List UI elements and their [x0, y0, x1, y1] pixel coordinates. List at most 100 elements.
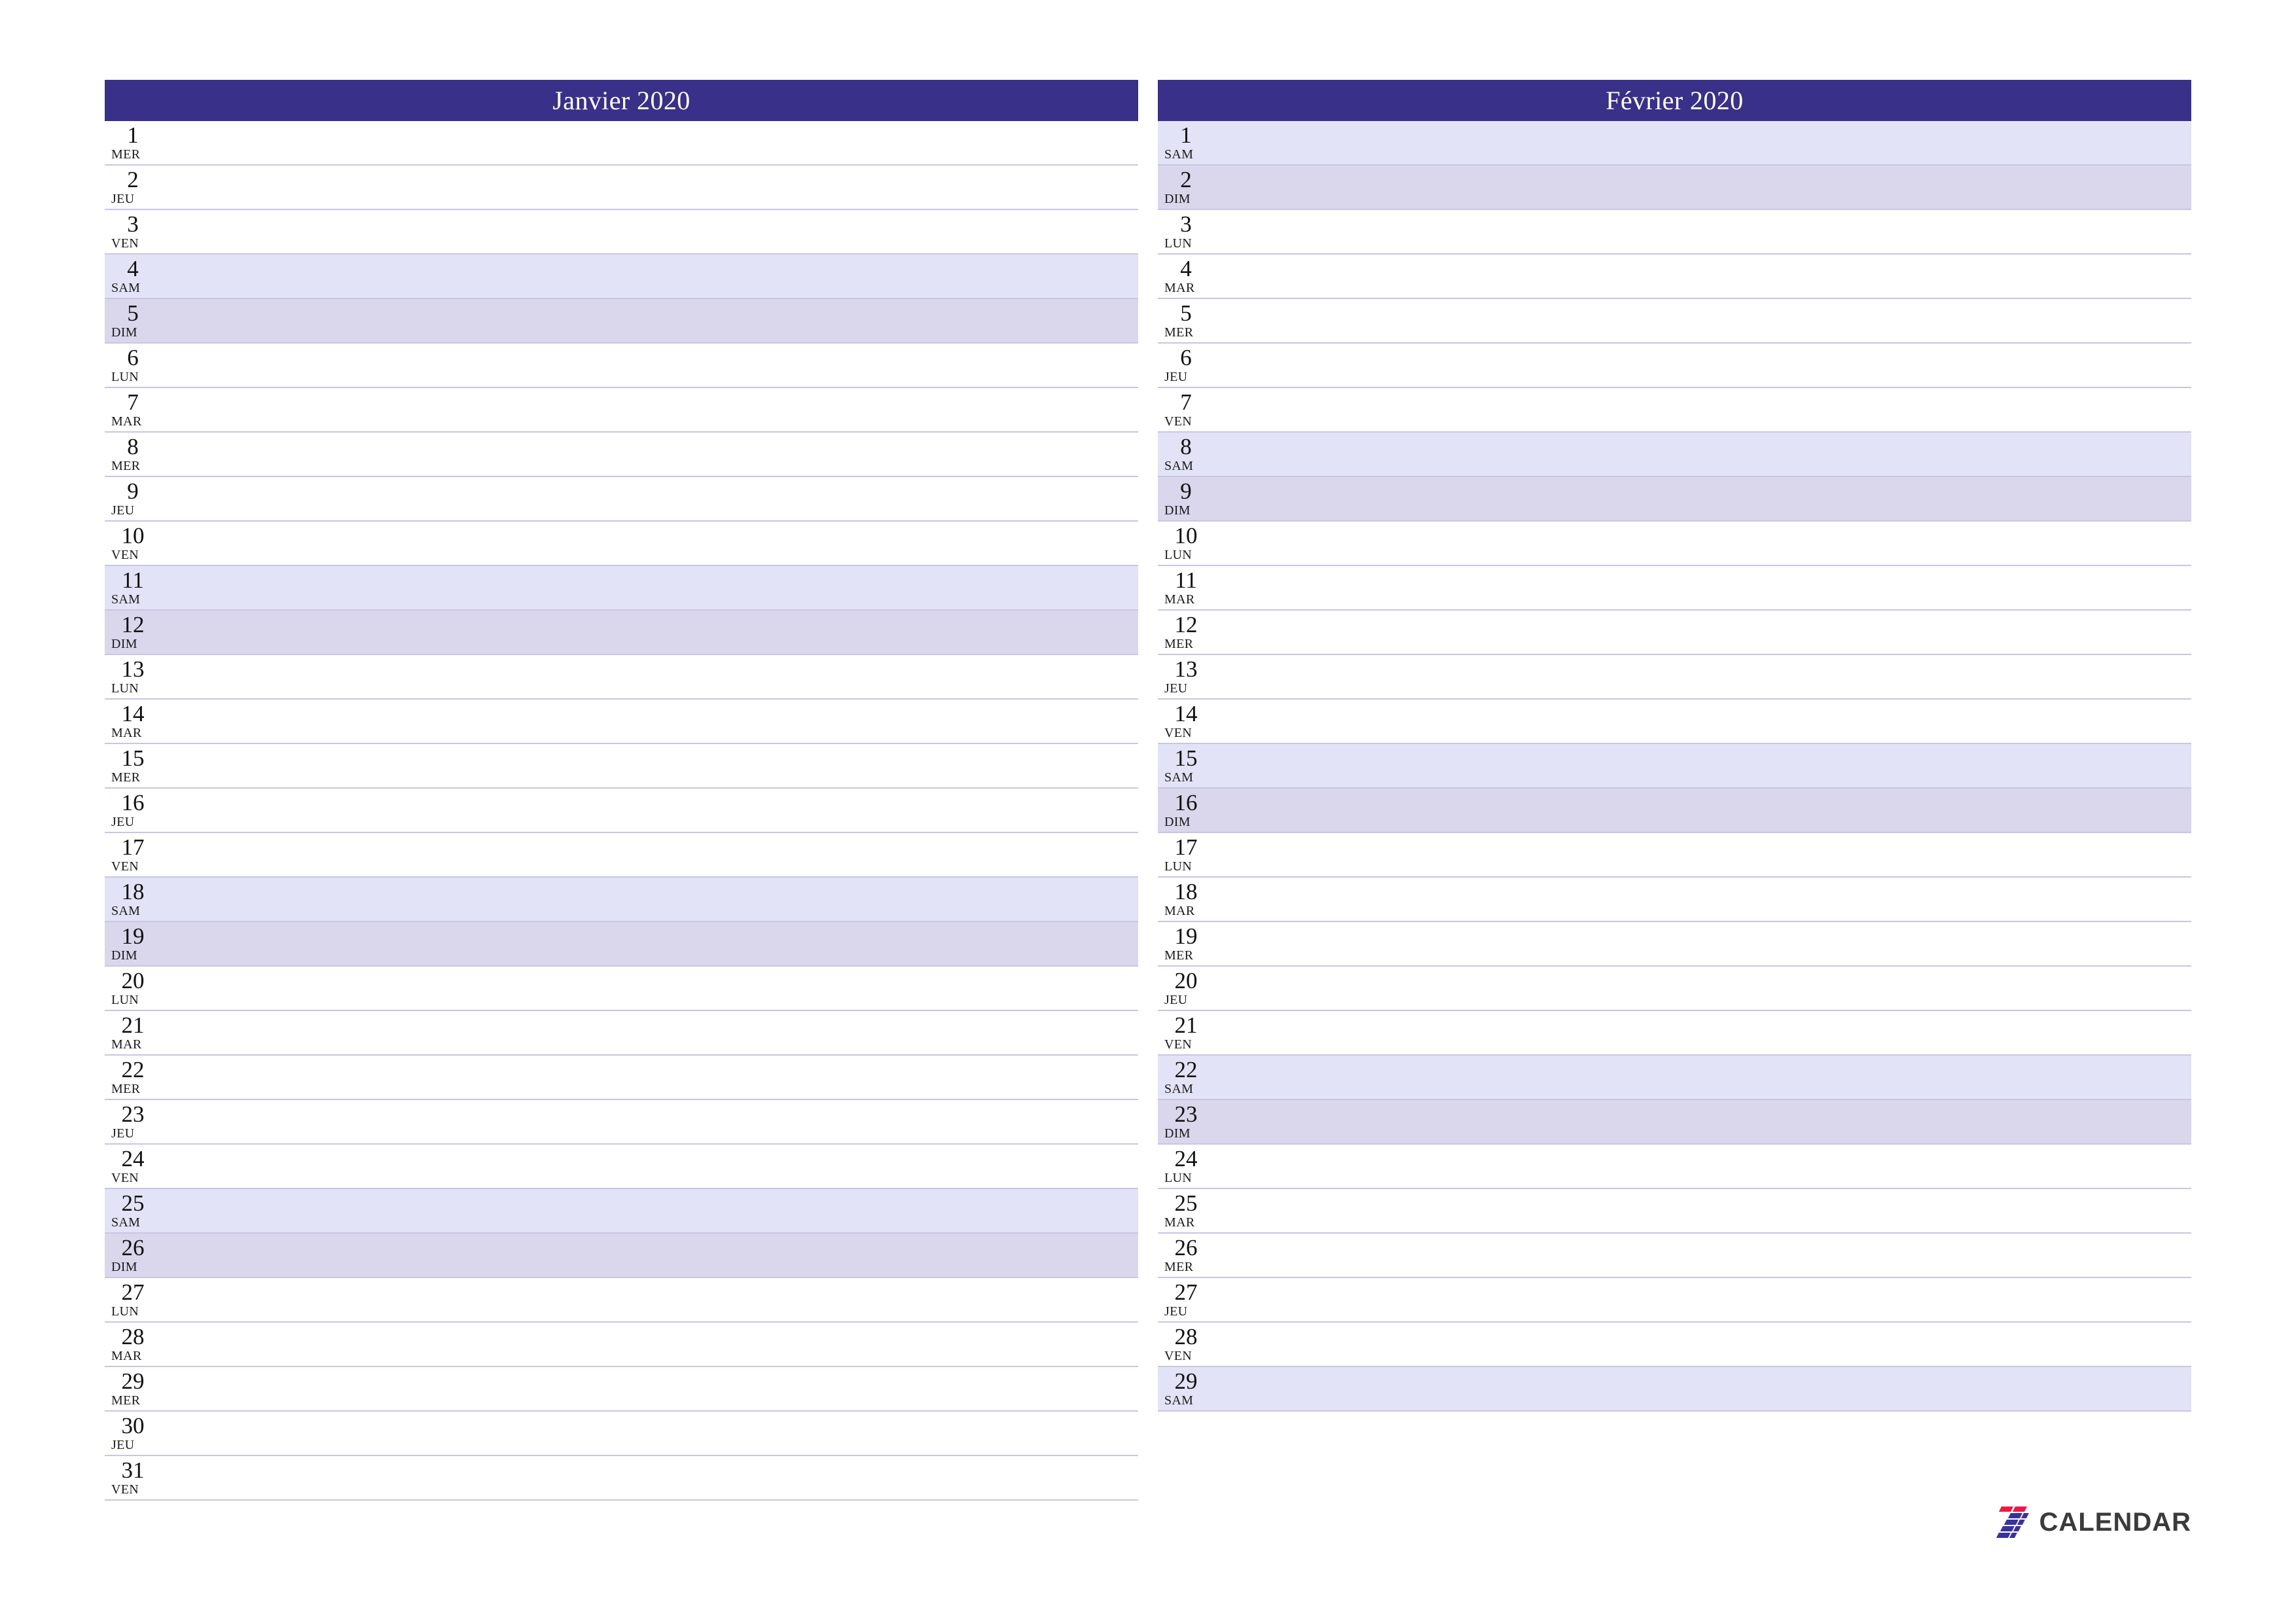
day-weekday-label: JEU: [111, 192, 135, 206]
day-row[interactable]: 22 SAM: [1158, 1056, 2191, 1100]
day-number: 15: [1174, 745, 1198, 771]
day-number: 28: [1174, 1324, 1198, 1349]
day-row[interactable]: 8 MER: [105, 433, 1138, 477]
day-number: 19: [121, 923, 145, 949]
day-row[interactable]: 5 DIM: [105, 299, 1138, 344]
day-row[interactable]: 10 LUN: [1158, 522, 2191, 566]
day-row[interactable]: 2 DIM: [1158, 166, 2191, 210]
day-weekday-label: VEN: [111, 548, 139, 562]
day-row[interactable]: 19 MER: [1158, 922, 2191, 967]
day-row[interactable]: 13 LUN: [105, 655, 1138, 700]
day-number: 5: [127, 300, 139, 326]
day-weekday-label: DIM: [111, 1260, 137, 1274]
day-row[interactable]: 19 DIM: [105, 922, 1138, 967]
day-number: 31: [121, 1457, 145, 1483]
day-row[interactable]: 12 DIM: [105, 611, 1138, 655]
day-weekday-label: VEN: [1164, 726, 1193, 740]
day-row[interactable]: 1 MER: [105, 121, 1138, 166]
day-weekday-label: JEU: [1164, 370, 1188, 384]
day-number: 23: [1174, 1101, 1198, 1127]
day-row[interactable]: 20 LUN: [105, 967, 1138, 1011]
day-row[interactable]: 7 MAR: [105, 388, 1138, 433]
day-row[interactable]: 4 SAM: [105, 255, 1138, 299]
day-weekday-label: LUN: [111, 1304, 139, 1319]
day-row[interactable]: 4 MAR: [1158, 255, 2191, 299]
day-row[interactable]: 25 SAM: [105, 1189, 1138, 1234]
day-row[interactable]: 25 MAR: [1158, 1189, 2191, 1234]
day-row[interactable]: 16 DIM: [1158, 789, 2191, 833]
day-row[interactable]: 21 VEN: [1158, 1011, 2191, 1056]
day-weekday-label: DIM: [1164, 1126, 1191, 1141]
day-weekday-label: MER: [1164, 325, 1194, 340]
day-row[interactable]: 28 VEN: [1158, 1323, 2191, 1367]
day-row[interactable]: 3 VEN: [105, 210, 1138, 255]
day-number: 6: [127, 345, 139, 370]
day-row[interactable]: 2 JEU: [105, 166, 1138, 210]
day-weekday-label: SAM: [111, 1215, 141, 1230]
day-row[interactable]: 10 VEN: [105, 522, 1138, 566]
seven-stripes-icon: [1995, 1507, 2030, 1538]
day-row[interactable]: 1 SAM: [1158, 121, 2191, 166]
day-number: 25: [1174, 1190, 1198, 1216]
day-number: 7: [127, 389, 139, 415]
day-weekday-label: VEN: [111, 236, 139, 251]
day-row[interactable]: 27 JEU: [1158, 1278, 2191, 1323]
day-row[interactable]: 26 MER: [1158, 1234, 2191, 1278]
day-row[interactable]: 9 JEU: [105, 477, 1138, 522]
day-row[interactable]: 3 LUN: [1158, 210, 2191, 255]
day-row[interactable]: 24 LUN: [1158, 1145, 2191, 1189]
day-row[interactable]: 22 MER: [105, 1056, 1138, 1100]
day-row[interactable]: 6 LUN: [105, 344, 1138, 388]
day-number: 24: [1174, 1146, 1198, 1171]
day-row[interactable]: 14 VEN: [1158, 700, 2191, 744]
day-weekday-label: DIM: [1164, 503, 1191, 518]
day-weekday-label: SAM: [1164, 770, 1194, 785]
day-weekday-label: LUN: [1164, 236, 1193, 251]
day-number: 18: [121, 879, 145, 904]
day-number: 1: [1180, 122, 1192, 148]
day-row[interactable]: 26 DIM: [105, 1234, 1138, 1278]
day-number: 9: [127, 478, 139, 504]
day-row[interactable]: 27 LUN: [105, 1278, 1138, 1323]
day-row[interactable]: 12 MER: [1158, 611, 2191, 655]
planner-sheet: Janvier 2020 1 MER 2 JEU 3 VEN 4 SAM 5 DIM 6 LUN 7 MA…: [105, 80, 2191, 1539]
day-row[interactable]: 29 MER: [105, 1367, 1138, 1412]
day-weekday-label: MAR: [1164, 904, 1195, 918]
day-number: 11: [1175, 567, 1197, 593]
day-row[interactable]: 15 SAM: [1158, 744, 2191, 789]
day-row[interactable]: 31 VEN: [105, 1456, 1138, 1501]
day-row[interactable]: 28 MAR: [105, 1323, 1138, 1367]
day-row[interactable]: 8 SAM: [1158, 433, 2191, 477]
day-weekday-label: MER: [1164, 1260, 1194, 1274]
day-number: 28: [121, 1324, 145, 1349]
day-row[interactable]: 23 JEU: [105, 1100, 1138, 1145]
day-row[interactable]: 5 MER: [1158, 299, 2191, 344]
day-row[interactable]: 14 MAR: [105, 700, 1138, 744]
day-row[interactable]: 15 MER: [105, 744, 1138, 789]
day-row[interactable]: 9 DIM: [1158, 477, 2191, 522]
day-row[interactable]: 18 SAM: [105, 878, 1138, 922]
day-number: 23: [121, 1101, 145, 1127]
day-row[interactable]: 23 DIM: [1158, 1100, 2191, 1145]
day-row[interactable]: 11 SAM: [105, 566, 1138, 611]
day-row[interactable]: 17 VEN: [105, 833, 1138, 878]
day-row[interactable]: 16 JEU: [105, 789, 1138, 833]
day-weekday-label: SAM: [1164, 1082, 1194, 1096]
day-row[interactable]: 29 SAM: [1158, 1367, 2191, 1412]
day-row[interactable]: 17 LUN: [1158, 833, 2191, 878]
day-row[interactable]: 6 JEU: [1158, 344, 2191, 388]
day-number: 9: [1180, 478, 1192, 504]
day-list-january: 1 MER 2 JEU 3 VEN 4 SAM 5 DIM 6 LUN 7 MAR 8 MER 9 JEU 10 VE…: [105, 121, 1138, 1501]
day-number: 20: [121, 968, 145, 993]
day-weekday-label: JEU: [1164, 1304, 1188, 1319]
day-row[interactable]: 24 VEN: [105, 1145, 1138, 1189]
day-number: 18: [1174, 879, 1198, 904]
day-row[interactable]: 11 MAR: [1158, 566, 2191, 611]
day-row[interactable]: 7 VEN: [1158, 388, 2191, 433]
day-row[interactable]: 30 JEU: [105, 1412, 1138, 1456]
day-row[interactable]: 20 JEU: [1158, 967, 2191, 1011]
day-weekday-label: JEU: [1164, 681, 1188, 696]
day-row[interactable]: 18 MAR: [1158, 878, 2191, 922]
day-row[interactable]: 13 JEU: [1158, 655, 2191, 700]
day-row[interactable]: 21 MAR: [105, 1011, 1138, 1056]
